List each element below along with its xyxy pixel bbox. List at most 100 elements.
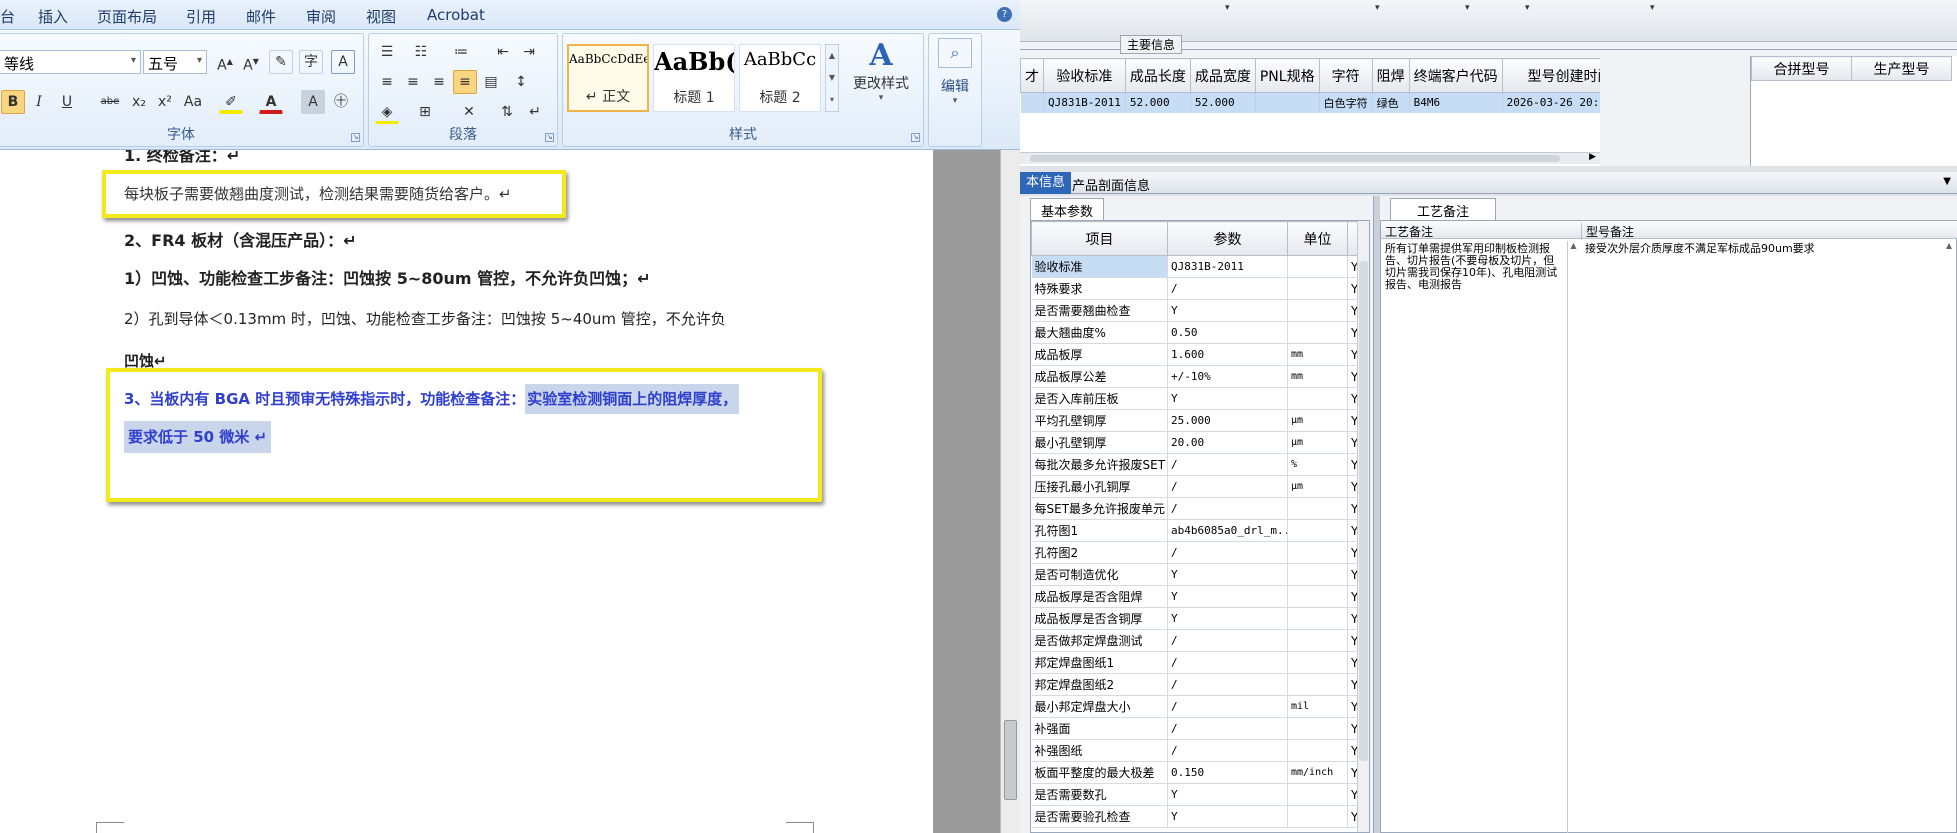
font-name-select[interactable]: 等线 ▾ (0, 50, 141, 74)
line-spacing-icon[interactable]: ↕ (509, 70, 533, 94)
scroll-thumb[interactable] (1004, 720, 1017, 800)
dialog-launcher-icon[interactable]: ↘ (911, 133, 920, 142)
tab-view[interactable]: 视图 (366, 6, 396, 27)
table-row[interactable]: 成品板厚是否含铜厚YY (1031, 607, 1358, 630)
table-row[interactable]: 成品板厚公差+/-10%mmY (1031, 365, 1358, 388)
borders-icon[interactable]: ⊞ (413, 100, 437, 124)
chevron-down-icon[interactable]: ▾ (1465, 3, 1470, 13)
table-row[interactable]: 补强图纸/ Y (1031, 739, 1358, 762)
phonetic-guide-icon[interactable]: 字 (299, 50, 323, 74)
grid-header[interactable]: 字符 (1318, 58, 1373, 93)
numbering-icon[interactable]: ☷ (409, 40, 433, 64)
craft-note-text[interactable]: 所有订单需提供军用印制板检测报告、切片报告(不要母板及切片，但切片需我司保存10… (1385, 243, 1563, 291)
scroll-thumb[interactable] (1359, 261, 1368, 761)
craft-note-scroll[interactable]: ▲ (1567, 241, 1579, 833)
table-row[interactable]: 邦定焊盘图纸2/ Y (1031, 673, 1358, 696)
table-row[interactable]: 是否需要翘曲检查YY (1031, 299, 1358, 322)
table-row[interactable]: 最大翘曲度%0.50 Y (1031, 321, 1358, 344)
table-row[interactable]: 压接孔最小孔铜厚/μmY (1031, 475, 1358, 498)
justify-icon[interactable]: ≡ (453, 70, 477, 94)
highlight-color-icon[interactable]: ✐ (219, 90, 243, 114)
style-heading1[interactable]: AaBb( 标题 1 (653, 44, 735, 112)
table-row[interactable]: 邦定焊盘图纸1/ Y (1031, 651, 1358, 674)
grid-header[interactable]: 才 (1020, 58, 1044, 93)
table-row[interactable]: QJ831B-2011 52.000 52.000 白色字符 绿色 B4M6 2… (1020, 92, 1600, 113)
grid-header[interactable]: 生产型号 (1851, 56, 1952, 81)
font-color-icon[interactable]: A (259, 90, 283, 114)
table-row[interactable]: 最小孔壁铜厚20.00μmY (1031, 431, 1358, 454)
tab-page-layout[interactable]: 页面布局 (97, 6, 157, 27)
tab-craft-notes[interactable]: 工艺备注 (1390, 198, 1497, 222)
table-row[interactable]: 每批次最多允许报废SET/%Y (1031, 453, 1358, 476)
sort-icon[interactable]: ⇅ (495, 100, 519, 124)
clear-format-icon[interactable]: ✎ (269, 50, 293, 74)
table-row[interactable]: 是否需要验孔检查YY (1031, 805, 1358, 828)
font-size-select[interactable]: 五号 ▾ (143, 50, 207, 74)
tab-acrobat[interactable]: Acrobat (427, 6, 485, 24)
increase-indent-icon[interactable]: ⇥ (517, 40, 541, 64)
align-right-icon[interactable]: ≡ (427, 70, 451, 94)
table-row[interactable]: 特殊要求/ Y (1031, 277, 1358, 300)
grid-header[interactable]: 终端客户代码 (1408, 58, 1503, 93)
table-row[interactable]: 平均孔壁铜厚25.000μmY (1031, 409, 1358, 432)
tab-review[interactable]: 审阅 (306, 6, 336, 27)
char-border-icon[interactable]: A (331, 50, 355, 74)
params-scrollbar[interactable] (1357, 221, 1369, 832)
subscript-button[interactable]: x₂ (127, 90, 151, 114)
shrink-font-icon[interactable]: A▼ (239, 50, 263, 74)
document-scrollbar[interactable] (1000, 150, 1020, 833)
bullets-icon[interactable]: ☰ (375, 40, 399, 64)
edit-button[interactable]: ⌕ 编辑 ▾ (935, 38, 975, 124)
table-row[interactable]: 是否做邦定焊盘测试/ Y (1031, 629, 1358, 652)
grid-header[interactable]: 型号创建时间 (1501, 58, 1600, 93)
grid-hscrollbar[interactable]: ▶ (1020, 152, 1600, 164)
scroll-thumb[interactable] (1030, 155, 1560, 162)
grid-header[interactable]: 成品长度 (1124, 58, 1191, 93)
enclose-char-icon[interactable]: ㊉ (329, 90, 353, 114)
model-note-scroll[interactable]: ▲ (1946, 241, 1952, 250)
document-page[interactable]: 1. 终检备注：↵ 每块板子需要做翘曲度测试，检测结果需要随货给客户。↵ 2、F… (0, 150, 933, 833)
multilevel-list-icon[interactable]: ≔ (449, 40, 473, 64)
dialog-launcher-icon[interactable]: ↘ (545, 133, 554, 142)
tab-mailings[interactable]: 邮件 (246, 6, 276, 27)
dialog-launcher-icon[interactable]: ↘ (351, 133, 360, 142)
table-row[interactable]: 板面平整度的最大极差0.150mm/inchY (1031, 761, 1358, 784)
arrow-right-icon[interactable]: ▶ (1589, 152, 1596, 162)
param-header[interactable]: 参数 (1167, 221, 1288, 256)
param-header[interactable]: 单位 (1287, 221, 1348, 256)
italic-button[interactable]: I (27, 90, 51, 114)
table-row[interactable]: 是否可制造优化YY (1031, 563, 1358, 586)
chevron-down-icon[interactable]: ▾ (1525, 3, 1530, 13)
align-center-icon[interactable]: ≡ (401, 70, 425, 94)
change-case-button[interactable]: Aa (181, 90, 205, 114)
style-normal[interactable]: AaBbCcDdEe ↵ 正文 (567, 44, 649, 112)
table-row[interactable]: 是否需要数孔YY (1031, 783, 1358, 806)
grid-header[interactable]: 成品宽度 (1189, 58, 1256, 93)
decrease-indent-icon[interactable]: ⇤ (491, 40, 515, 64)
superscript-button[interactable]: x² (153, 90, 177, 114)
style-heading2[interactable]: AaBbCc 标题 2 (739, 44, 821, 112)
grid-header[interactable]: PNL规格 (1254, 58, 1320, 93)
underline-button[interactable]: U (55, 90, 79, 114)
table-row[interactable]: 补强面/ Y (1031, 717, 1358, 740)
tab-basic-info[interactable]: 本信息 (1020, 172, 1072, 194)
table-row[interactable]: 孔符图2/ Y (1031, 541, 1358, 564)
param-header[interactable]: 项目 (1031, 221, 1168, 256)
show-marks-icon[interactable]: ↵ (523, 100, 547, 124)
distributed-icon[interactable]: ▤ (479, 70, 503, 94)
table-row[interactable]: 最小邦定焊盘大小/milY (1031, 695, 1358, 718)
table-row[interactable]: 成品板厚是否含阻焊YY (1031, 585, 1358, 608)
tab-insert[interactable]: 插入 (38, 6, 68, 27)
chevron-down-icon[interactable]: ▾ (1375, 3, 1380, 13)
bold-button[interactable]: B (1, 90, 25, 114)
grid-header[interactable]: 合拼型号 (1751, 56, 1852, 81)
grid-header[interactable]: 阻焊 (1371, 58, 1410, 93)
change-styles-button[interactable]: A 更改样式 ▾ (843, 38, 919, 118)
strikethrough-button[interactable]: abe (95, 90, 125, 114)
grid-header[interactable]: 验收标准 (1043, 58, 1126, 93)
tab-home[interactable]: 台 (0, 6, 15, 27)
table-row[interactable]: 是否入库前压板YY (1031, 387, 1358, 410)
splitter[interactable] (1374, 196, 1380, 833)
styles-scroll[interactable]: ▲ ▼ ▾ (825, 44, 839, 112)
align-left-icon[interactable]: ≡ (375, 70, 399, 94)
